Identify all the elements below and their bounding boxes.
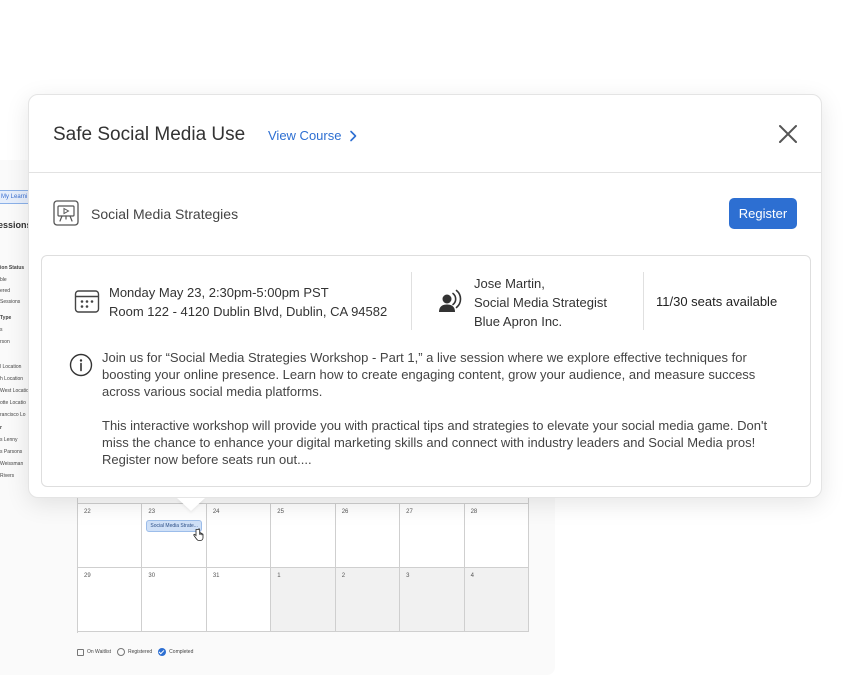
filter-item[interactable]: Rivers — [0, 473, 14, 479]
completed-check-icon — [158, 648, 167, 656]
popover-pointer — [177, 498, 205, 511]
calendar-day[interactable]: 26 — [335, 504, 401, 568]
legend-completed: Completed — [158, 648, 193, 656]
speaker-name: Jose Martin, — [474, 276, 545, 291]
calendar-icon — [74, 290, 100, 313]
view-course-link[interactable]: View Course — [268, 128, 357, 143]
filter-item[interactable]: s Parsons — [0, 449, 22, 455]
calendar-day[interactable]: 25 — [271, 504, 336, 568]
session-details-modal: Safe Social Media Use View Course Social… — [28, 94, 822, 511]
filter-heading: Type — [0, 315, 12, 321]
filter-item[interactable]: rancisco Lo — [0, 412, 26, 418]
calendar-day[interactable]: 24 — [206, 504, 272, 568]
description-paragraph: This interactive workshop will provide y… — [102, 418, 768, 467]
filter-item[interactable]: Sessions — [0, 299, 20, 305]
calendar-day-outside-month[interactable]: 2 — [335, 568, 401, 632]
hand-cursor-icon — [193, 528, 204, 541]
chevron-right-icon — [350, 130, 357, 141]
filter-item[interactable]: rson — [0, 339, 10, 345]
session-date: Monday May 23, 2:30pm-5:00pm PST — [109, 285, 329, 300]
view-course-label: View Course — [268, 128, 342, 143]
speaker-icon — [439, 289, 462, 312]
calendar-day[interactable]: 23 Social Media Strate... — [142, 504, 207, 568]
filter-heading: ion Status — [0, 265, 25, 271]
filter-item[interactable]: ered — [0, 288, 10, 294]
filter-heading: r — [0, 425, 2, 431]
session-info-row: Monday May 23, 2:30pm-5:00pm PST Room 12… — [42, 256, 810, 346]
calendar-day[interactable]: 27 — [400, 504, 465, 568]
description-paragraph: Join us for “Social Media Strategies Wor… — [102, 350, 756, 399]
close-icon[interactable] — [777, 123, 799, 145]
presentation-icon — [53, 200, 79, 226]
divider — [411, 272, 412, 330]
calendar-grid: 22 23 Social Media Strate... 24 25 26 27… — [77, 503, 529, 633]
calendar-day[interactable]: 22 — [78, 504, 143, 568]
calendar-day[interactable]: 29 — [78, 568, 143, 632]
filter-item[interactable]: otte Locatio — [0, 400, 26, 406]
speaker-company: Blue Apron Inc. — [474, 314, 563, 329]
session-datetime: Monday May 23, 2:30pm-5:00pm PST Room 12… — [109, 283, 387, 321]
filter-item[interactable]: s — [0, 327, 3, 333]
calendar-day-outside-month[interactable]: 4 — [464, 568, 529, 632]
legend-waitlist: On Waitlist — [77, 648, 111, 656]
speaker-title: Social Media Strategist — [474, 295, 607, 310]
registered-icon — [116, 648, 125, 656]
session-details-card: Monday May 23, 2:30pm-5:00pm PST Room 12… — [41, 255, 811, 487]
filter-item[interactable]: ble — [0, 277, 7, 283]
filter-item[interactable]: l Location — [0, 364, 21, 370]
legend-registered: Registered — [116, 648, 152, 656]
session-location: Room 122 - 4120 Dublin Blvd, Dublin, CA … — [109, 304, 388, 319]
status-legend: On Waitlist Registered Completed — [77, 646, 193, 658]
my-learning-tab[interactable]: My Learni — [0, 190, 30, 204]
calendar-day[interactable]: 31 — [206, 568, 272, 632]
filter-item[interactable]: h Location — [0, 376, 23, 382]
seats-available: 11/30 seats available — [656, 294, 778, 309]
waitlist-icon — [77, 648, 84, 656]
filter-item[interactable]: Weissman — [0, 461, 23, 467]
modal-header: Safe Social Media Use View Course — [29, 95, 821, 173]
background-sidebar: My Learni essions ion Status ble ered Se… — [0, 160, 30, 500]
course-title: Safe Social Media Use — [53, 124, 246, 145]
sessions-title: essions — [0, 220, 30, 230]
calendar-day[interactable]: 30 — [142, 568, 207, 632]
session-row: Social Media Strategies Register — [29, 173, 821, 255]
info-icon — [69, 353, 93, 377]
session-description: Join us for “Social Media Strategies Wor… — [102, 349, 792, 485]
register-button[interactable]: Register — [729, 198, 797, 229]
session-name: Social Media Strategies — [91, 206, 239, 222]
calendar-day[interactable]: 28 — [464, 504, 529, 568]
filter-item[interactable]: s Lenny — [0, 437, 18, 443]
filter-item[interactable]: West Locatio — [0, 388, 29, 394]
divider — [643, 272, 644, 330]
calendar-day-outside-month[interactable]: 3 — [400, 568, 465, 632]
calendar-day-outside-month[interactable]: 1 — [271, 568, 336, 632]
speaker-info: Jose Martin, Social Media Strategist Blu… — [474, 274, 607, 331]
